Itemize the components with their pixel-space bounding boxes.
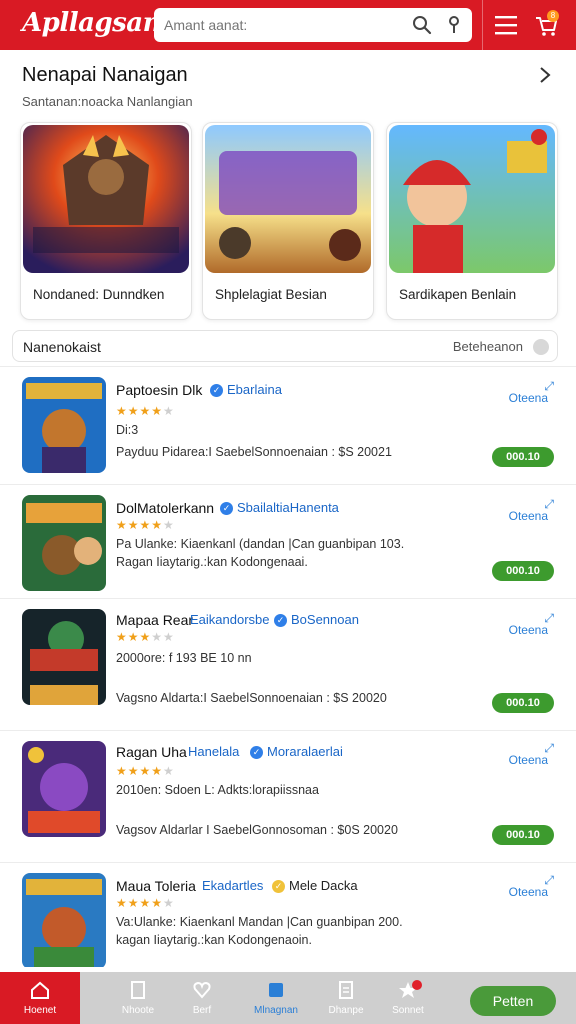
item-line1: 2000ore: f 193 BE 10 nn: [116, 651, 252, 665]
mic-icon[interactable]: [446, 15, 462, 35]
search-input[interactable]: [164, 17, 404, 33]
apps-icon: [269, 983, 283, 997]
featured-caption: Shplelagiat Besian: [215, 287, 327, 302]
item-developer[interactable]: Eaikandorsbe: [190, 612, 270, 627]
price-button[interactable]: 000.10: [492, 825, 554, 845]
bookmark-icon: [131, 981, 145, 999]
item-name: Ragan Uha: [116, 744, 187, 760]
filter-label: Nanenokaist: [23, 339, 101, 355]
nav-label: Mlnagnan: [254, 1005, 298, 1016]
item-thumbnail: [22, 873, 106, 969]
nav-item-home[interactable]: Hoenet: [0, 972, 80, 1024]
item-developer[interactable]: ✓ SbailaltiaHanenta: [220, 500, 339, 516]
chevron-right-icon[interactable]: [536, 66, 554, 84]
list-item[interactable]: Paptoesin Dlk ✓ Ebarlaina ★★★★★ Di:3 Payd…: [0, 366, 576, 486]
item-line1: Di:3: [116, 423, 139, 437]
expand-icon[interactable]: ⤢: [544, 379, 554, 394]
rating-stars: ★★★★★: [116, 630, 175, 644]
item-developer[interactable]: ✓ Ebarlaina: [210, 382, 282, 398]
notification-badge: [412, 980, 422, 990]
document-icon: [339, 981, 353, 999]
item-line2: Ragan Iiaytarig.:kan Kodongenaai.: [116, 555, 308, 569]
item-badge[interactable]: Oteena: [509, 623, 548, 637]
featured-art: [23, 125, 189, 273]
item-developer[interactable]: Ekadartles: [202, 878, 263, 893]
nav-label: Hoenet: [23, 1005, 57, 1016]
featured-card[interactable]: Sardikapen Benlain: [386, 122, 558, 320]
item-developer-secondary[interactable]: ✓ BoSennoan: [274, 612, 359, 628]
header-divider: [482, 0, 483, 50]
item-name: DolMatolerkann: [116, 500, 215, 516]
nav-label: Berf: [192, 1005, 212, 1016]
list-item[interactable]: DolMatolerkann ✓ SbailaltiaHanenta ★★★★★ …: [0, 484, 576, 604]
list-item[interactable]: Maua Toleria Ekadartles ✓ Mele Dacka ★★★★…: [0, 862, 576, 982]
action-pill-button[interactable]: Petten: [470, 986, 556, 1016]
search-bar[interactable]: [154, 8, 472, 42]
item-thumbnail: [22, 495, 106, 591]
expand-icon[interactable]: ⤢: [544, 497, 554, 512]
nav-label: Sonnet: [392, 1005, 424, 1016]
rating-stars: ★★★★★: [116, 518, 175, 532]
item-line3: Payduu Pidarea:I SaebelSonnoenaian : $S …: [116, 445, 392, 459]
nav-item-star[interactable]: Sonnet: [372, 972, 444, 1024]
item-line2: kagan Iiaytarig.:kan Kodongenaoin.: [116, 933, 312, 947]
item-name: Mapaa Rear: [116, 612, 194, 628]
nav-item-bookmark[interactable]: Nhoote: [102, 972, 174, 1024]
verified-icon: ✓: [210, 384, 223, 398]
rating-stars: ★★★★★: [116, 896, 175, 910]
expand-icon[interactable]: ⤢: [544, 611, 554, 626]
featured-caption: Nondaned: Dunndken: [33, 287, 165, 302]
item-badge[interactable]: Oteena: [509, 509, 548, 523]
item-name: Paptoesin Dlk: [116, 382, 203, 398]
filter-bar[interactable]: Nanenokaist Beteheanon: [12, 330, 558, 362]
item-badge[interactable]: Oteena: [509, 391, 548, 405]
badge-icon: ✓: [272, 880, 285, 894]
price-button[interactable]: 000.10: [492, 561, 554, 581]
price-button[interactable]: 000.10: [492, 693, 554, 713]
item-thumbnail: [22, 741, 106, 837]
item-line3: Vagsov Aldarlar I SaebelGonnosoman : $0S…: [116, 823, 398, 837]
verified-icon: ✓: [250, 746, 263, 760]
featured-art: [389, 125, 555, 273]
menu-icon[interactable]: [494, 14, 518, 36]
item-line1: Pa Ulanke: Kiaenkanl (dandan |Can guanbi…: [116, 537, 405, 551]
section-title: Nenapai Nanaigan: [22, 64, 188, 86]
app-header: Apllagsan 8: [0, 0, 576, 50]
item-line1: Va:Ulanke: Kiaenkanl Mandan |Can guanbip…: [116, 915, 403, 929]
expand-icon[interactable]: ⤢: [544, 741, 554, 756]
verified-icon: ✓: [274, 614, 287, 628]
rating-stars: ★★★★★: [116, 764, 175, 778]
nav-item-heart[interactable]: Berf: [166, 972, 238, 1024]
nav-item-apps[interactable]: Mlnagnan: [240, 972, 312, 1024]
featured-art: [205, 125, 371, 273]
list-item[interactable]: Mapaa Rear Eaikandorsbe ✓ BoSennoan ★★★★★…: [0, 598, 576, 718]
rating-stars: ★★★★★: [116, 404, 175, 418]
featured-caption: Sardikapen Benlain: [399, 287, 517, 302]
item-name: Maua Toleria: [116, 878, 196, 894]
cart-badge: 8: [547, 10, 559, 22]
sort-label[interactable]: Beteheanon: [453, 339, 523, 354]
item-line3: Vagsno Aldarta:I SaebelSonnoenaian : $S …: [116, 691, 387, 705]
item-badge[interactable]: Oteena: [509, 885, 548, 899]
item-line1: 2010en: Sdoen L: Adkts:lorapiissnaa: [116, 783, 319, 797]
item-badge[interactable]: Oteena: [509, 753, 548, 767]
expand-icon[interactable]: ⤢: [544, 873, 554, 888]
item-developer-secondary[interactable]: ✓ Mele Dacka: [272, 878, 358, 894]
list-item[interactable]: Ragan Uha Hanelala ✓ Moraralaerlai ★★★★★ …: [0, 730, 576, 850]
price-button[interactable]: 000.10: [492, 447, 554, 467]
home-icon: [31, 981, 49, 999]
item-developer-secondary[interactable]: ✓ Moraralaerlai: [250, 744, 343, 760]
heart-icon: [193, 981, 211, 999]
app-logo[interactable]: Apllagsan: [22, 8, 162, 38]
featured-card[interactable]: Nondaned: Dunndken: [20, 122, 192, 320]
item-thumbnail: [22, 377, 106, 473]
nav-label: Nhoote: [121, 1005, 155, 1016]
section-subtitle: Santanan:noacka Nanlangian: [22, 94, 193, 109]
verified-icon: ✓: [220, 502, 233, 516]
item-thumbnail: [22, 609, 106, 705]
featured-card[interactable]: Shplelagiat Besian: [202, 122, 374, 320]
toggle-icon[interactable]: [533, 339, 549, 355]
search-icon[interactable]: [412, 15, 432, 35]
item-developer[interactable]: Hanelala: [188, 744, 239, 759]
